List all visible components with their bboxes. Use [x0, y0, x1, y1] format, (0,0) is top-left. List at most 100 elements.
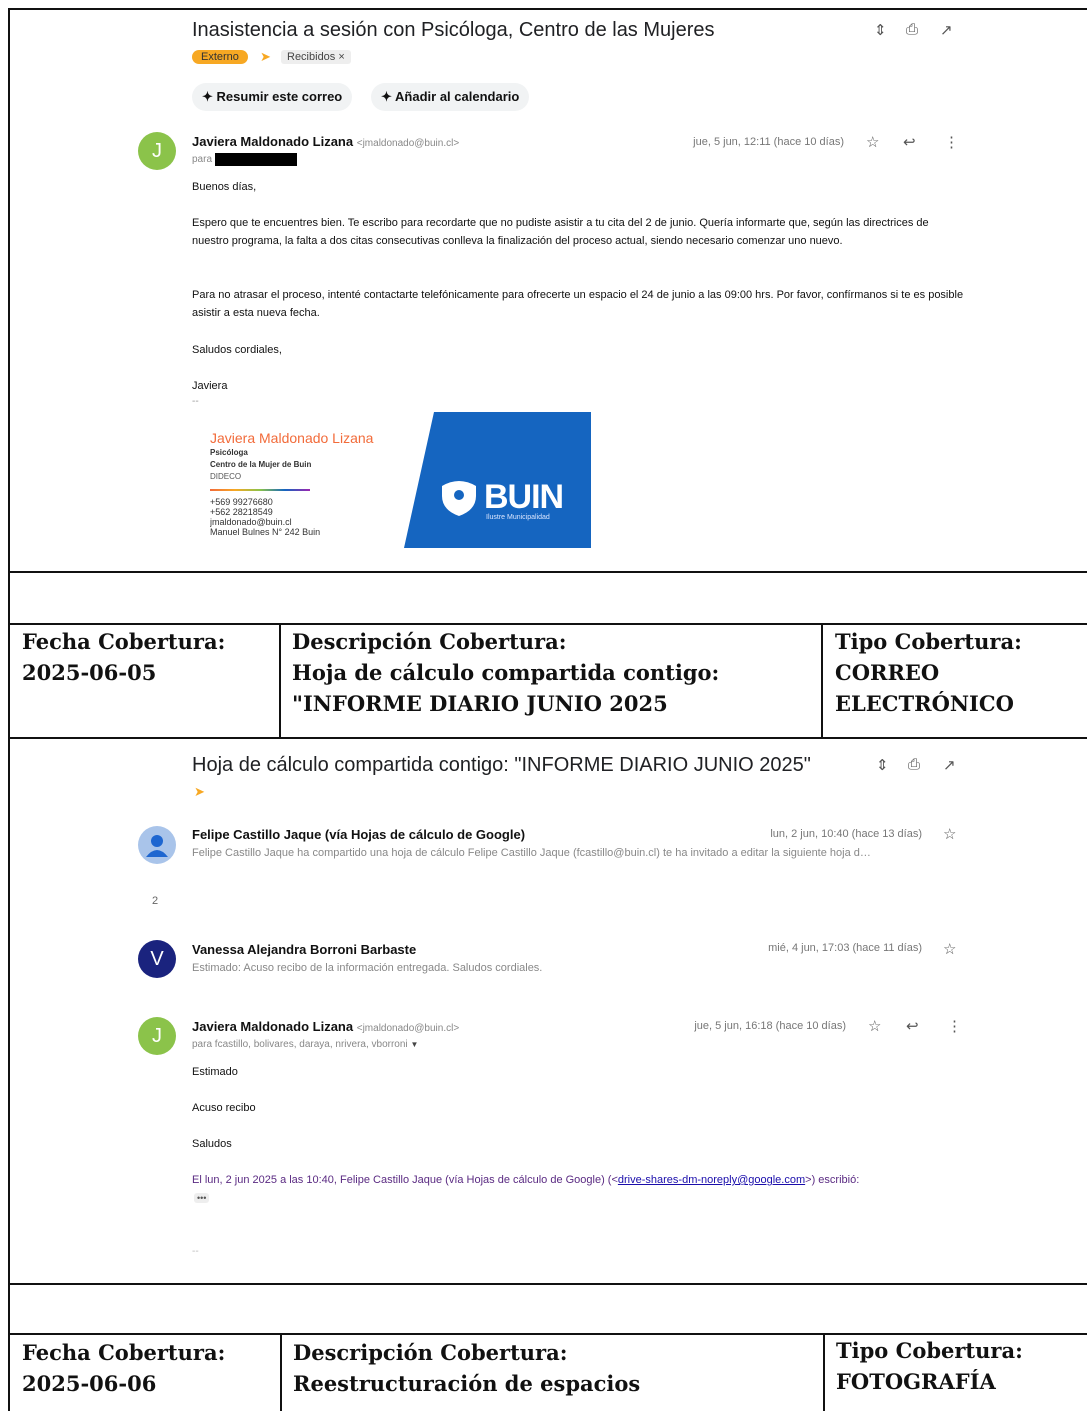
importance-icon[interactable]: ➤: [194, 784, 205, 800]
avatar[interactable]: V: [138, 940, 176, 978]
coverage-date-label: Fecha Cobertura:: [22, 629, 226, 654]
summarize-label: Resumir este correo: [216, 89, 343, 104]
row-divider: [8, 571, 1087, 573]
logo-subtext: Ilustre Municipalidad: [486, 514, 550, 521]
row-divider: [8, 737, 1087, 739]
print-icon[interactable]: ⎙: [906, 21, 918, 38]
email-date: mié, 4 jun, 17:03 (hace 11 días): [768, 942, 922, 954]
star-icon[interactable]: ☆: [943, 940, 956, 958]
email-line: Saludos: [192, 1138, 232, 1150]
calendar-label: Añadir al calendario: [395, 89, 520, 104]
email-signoff: Javiera: [192, 380, 228, 392]
logo-text: BUIN: [484, 478, 564, 516]
signature-block: Javiera Maldonado Lizana Psicóloga Centr…: [210, 430, 400, 547]
coverage-type-cell: Tipo Cobertura: FOTOGRAFÍA: [836, 1335, 1076, 1397]
coverage-type-value: FOTOGRAFÍA: [836, 1369, 996, 1394]
sparkle-icon: ✦: [202, 89, 213, 104]
collapsed-messages-count[interactable]: 2: [152, 895, 158, 907]
signature-address: Manuel Bulnes N° 242 Buin: [210, 527, 321, 537]
signature-separator: --: [192, 396, 199, 407]
importance-icon[interactable]: ➤: [260, 49, 271, 65]
email-paragraph: Espero que te encuentres bien. Te escrib…: [192, 217, 929, 247]
quote-prefix: El lun, 2 jun 2025 a las 10:40, Felipe C…: [192, 1174, 618, 1186]
signature-divider: [210, 489, 310, 491]
signature-phone: +562 28218549: [210, 507, 273, 517]
recipient-list: para fcastillo, bolivares, daraya, nrive…: [192, 1039, 408, 1050]
email-date: jue, 5 jun, 16:18 (hace 10 días): [694, 1020, 846, 1032]
reply-icon[interactable]: ↩: [906, 1017, 919, 1035]
more-options-icon[interactable]: ⋮: [947, 1017, 962, 1035]
star-icon[interactable]: ☆: [943, 825, 956, 843]
cell-divider: [821, 623, 823, 738]
sender-name-text: Javiera Maldonado Lizana: [192, 1019, 354, 1034]
avatar[interactable]: [138, 826, 176, 864]
table-top-border: [8, 8, 1087, 10]
avatar[interactable]: J: [138, 132, 176, 170]
expand-icon[interactable]: ⇕: [876, 756, 889, 774]
sender-name: Javiera Maldonado Lizana <jmaldonado@bui…: [192, 1019, 459, 1034]
coverage-type-value: CORREO ELECTRÓNICO: [835, 660, 1014, 716]
star-icon[interactable]: ☆: [868, 1017, 881, 1035]
coverage-date-cell: Fecha Cobertura: 2025-06-06: [22, 1337, 272, 1399]
inbox-label[interactable]: Recibidos ×: [281, 50, 351, 64]
email-subject: Inasistencia a sesión con Psicóloga, Cen…: [192, 19, 715, 41]
reply-icon[interactable]: ↩: [903, 133, 916, 151]
quote-link[interactable]: drive-shares-dm-noreply@google.com: [618, 1174, 805, 1186]
signature-phone: +569 99276680: [210, 497, 273, 507]
coverage-date-cell: Fecha Cobertura: 2025-06-05: [22, 626, 272, 688]
coverage-date-value: 2025-06-06: [22, 1371, 157, 1396]
add-to-calendar-button[interactable]: ✦ Añadir al calendario: [371, 83, 530, 111]
row-divider: [8, 1283, 1087, 1285]
coverage-description-cell: Descripción Cobertura: Hoja de cálculo c…: [292, 626, 814, 719]
email-closing: Saludos cordiales,: [192, 344, 282, 356]
sender-email: <jmaldonado@buin.cl>: [356, 1023, 460, 1034]
coverage-type-cell: Tipo Cobertura: CORREO ELECTRÓNICO: [835, 626, 1075, 719]
sender-name-text: Javiera Maldonado Lizana: [192, 134, 354, 149]
recipient-line: para: [192, 153, 297, 166]
sender-name: Vanessa Alejandra Borroni Barbaste: [192, 942, 417, 957]
cell-divider: [823, 1333, 825, 1411]
message-snippet[interactable]: Estimado: Acuso recibo de la información…: [192, 962, 542, 974]
redacted-recipient: [214, 153, 297, 166]
more-options-icon[interactable]: ⋮: [944, 133, 959, 151]
signature-separator: --: [192, 1246, 199, 1257]
signature-email[interactable]: jmaldonado@buin.cl: [210, 517, 400, 527]
email-date: lun, 2 jun, 10:40 (hace 13 días): [770, 828, 922, 840]
to-prefix: para: [192, 154, 213, 166]
open-new-window-icon[interactable]: ↗: [943, 756, 956, 774]
star-icon[interactable]: ☆: [866, 133, 879, 151]
recipient-line[interactable]: para fcastillo, bolivares, daraya, nrive…: [192, 1039, 418, 1050]
open-new-window-icon[interactable]: ↗: [940, 21, 953, 39]
sender-email: <jmaldonado@buin.cl>: [356, 138, 460, 149]
summarize-button[interactable]: ✦ Resumir este correo: [192, 83, 353, 111]
coverage-description-label: Descripción Cobertura:: [292, 629, 567, 654]
sender-name: Javiera Maldonado Lizana <jmaldonado@bui…: [192, 134, 459, 149]
coverage-description-label: Descripción Cobertura:: [293, 1340, 568, 1365]
coverage-date-value: 2025-06-05: [22, 660, 157, 685]
coverage-type-label: Tipo Cobertura:: [836, 1338, 1023, 1363]
sender-name: Felipe Castillo Jaque (vía Hojas de cálc…: [192, 827, 526, 842]
cell-divider: [279, 623, 281, 738]
email-greeting: Buenos días,: [192, 181, 257, 193]
email-line: Estimado: [192, 1066, 238, 1078]
cell-divider: [280, 1333, 282, 1411]
signature-dept: DIDECO: [210, 472, 242, 481]
quote-suffix: >) escribió:: [805, 1174, 860, 1186]
sparkle-icon: ✦: [381, 89, 392, 104]
email-paragraph: Para no atrasar el proceso, intenté cont…: [192, 289, 964, 319]
coverage-type-label: Tipo Cobertura:: [835, 629, 1022, 654]
external-label[interactable]: Externo: [192, 50, 248, 64]
chevron-down-icon[interactable]: ▼: [410, 1040, 418, 1049]
buin-logo: BUIN Ilustre Municipalidad: [404, 412, 591, 548]
email-subject: Hoja de cálculo compartida contigo: "INF…: [192, 754, 811, 776]
table-left-border: [8, 8, 10, 1411]
row-divider: [8, 623, 1087, 625]
message-snippet[interactable]: Felipe Castillo Jaque ha compartido una …: [192, 847, 962, 859]
avatar[interactable]: J: [138, 1017, 176, 1055]
expand-icon[interactable]: ⇕: [874, 21, 887, 39]
print-icon[interactable]: ⎙: [908, 756, 920, 773]
show-trimmed-content-button[interactable]: •••: [194, 1193, 210, 1203]
email-line: Acuso recibo: [192, 1102, 256, 1114]
coverage-description-cell: Descripción Cobertura: Reestructuración …: [293, 1337, 815, 1399]
person-icon: [146, 835, 168, 857]
